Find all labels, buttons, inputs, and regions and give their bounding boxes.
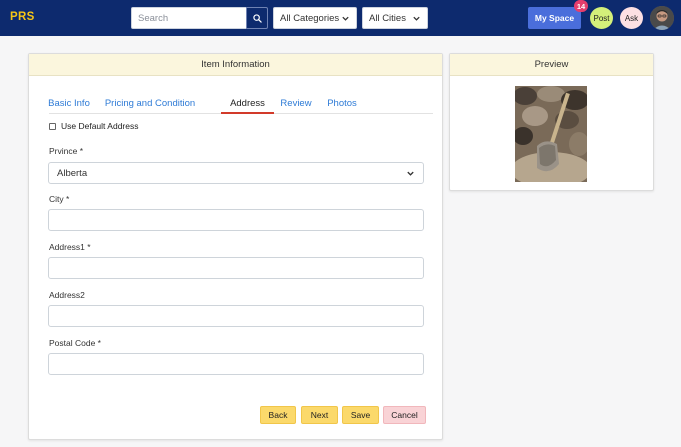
address1-input[interactable] xyxy=(48,257,424,279)
tab-pricing-and-condition[interactable]: Pricing and Condition xyxy=(105,92,195,114)
province-select[interactable]: Alberta xyxy=(48,162,424,184)
tab-review[interactable]: Review xyxy=(280,92,311,114)
use-default-address-checkbox[interactable] xyxy=(49,122,56,130)
cancel-button[interactable]: Cancel xyxy=(383,406,426,424)
active-tab-indicator xyxy=(221,112,274,114)
preview-card: Preview xyxy=(449,53,654,191)
brand-logo[interactable]: PRS xyxy=(10,11,35,23)
avatar-image xyxy=(650,6,674,30)
tab-address[interactable]: Address xyxy=(221,92,274,114)
city-select[interactable]: All Cities xyxy=(362,7,428,29)
city-input[interactable] xyxy=(48,209,424,231)
address2-input[interactable] xyxy=(48,305,424,327)
item-information-header: Item Information xyxy=(29,54,442,76)
post-button[interactable]: Post xyxy=(590,7,613,29)
search-button[interactable] xyxy=(246,7,268,29)
item-tabs: Basic Info Pricing and Condition Address… xyxy=(48,92,433,114)
back-button[interactable]: Back xyxy=(260,406,296,424)
postal-code-input[interactable] xyxy=(48,353,424,375)
city-select-value: All Cities xyxy=(369,12,406,24)
user-avatar[interactable] xyxy=(650,6,674,30)
top-navbar: PRS All Categories All Cities My Space 1… xyxy=(0,0,681,36)
use-default-address-label[interactable]: Use Default Address xyxy=(61,121,138,131)
category-select[interactable]: All Categories xyxy=(273,7,357,29)
search-input[interactable] xyxy=(131,7,247,29)
tab-basic-info[interactable]: Basic Info xyxy=(48,92,90,114)
item-photo-image xyxy=(515,86,587,182)
province-label: Prvince * xyxy=(49,146,84,156)
item-information-card: Item Information Basic Info Pricing and … xyxy=(28,53,443,440)
chevron-down-icon xyxy=(413,16,420,21)
save-button[interactable]: Save xyxy=(342,406,379,424)
item-photo xyxy=(515,86,587,182)
province-select-value: Alberta xyxy=(57,167,88,179)
search-icon xyxy=(252,13,262,23)
use-default-address-row[interactable]: Use Default Address xyxy=(49,121,138,131)
address2-label: Address2 xyxy=(49,290,85,300)
chevron-down-icon xyxy=(407,171,414,176)
tab-photos[interactable]: Photos xyxy=(327,92,357,114)
postal-code-label: Postal Code * xyxy=(49,338,101,348)
category-select-value: All Categories xyxy=(280,12,340,24)
chevron-down-icon xyxy=(342,16,349,21)
ask-button[interactable]: Ask xyxy=(620,7,643,29)
preview-header: Preview xyxy=(450,54,653,76)
notification-badge: 14 xyxy=(574,0,588,12)
next-button[interactable]: Next xyxy=(301,406,338,424)
my-space-button[interactable]: My Space xyxy=(528,7,581,29)
city-label: City * xyxy=(49,194,70,204)
address1-label: Address1 * xyxy=(49,242,91,252)
